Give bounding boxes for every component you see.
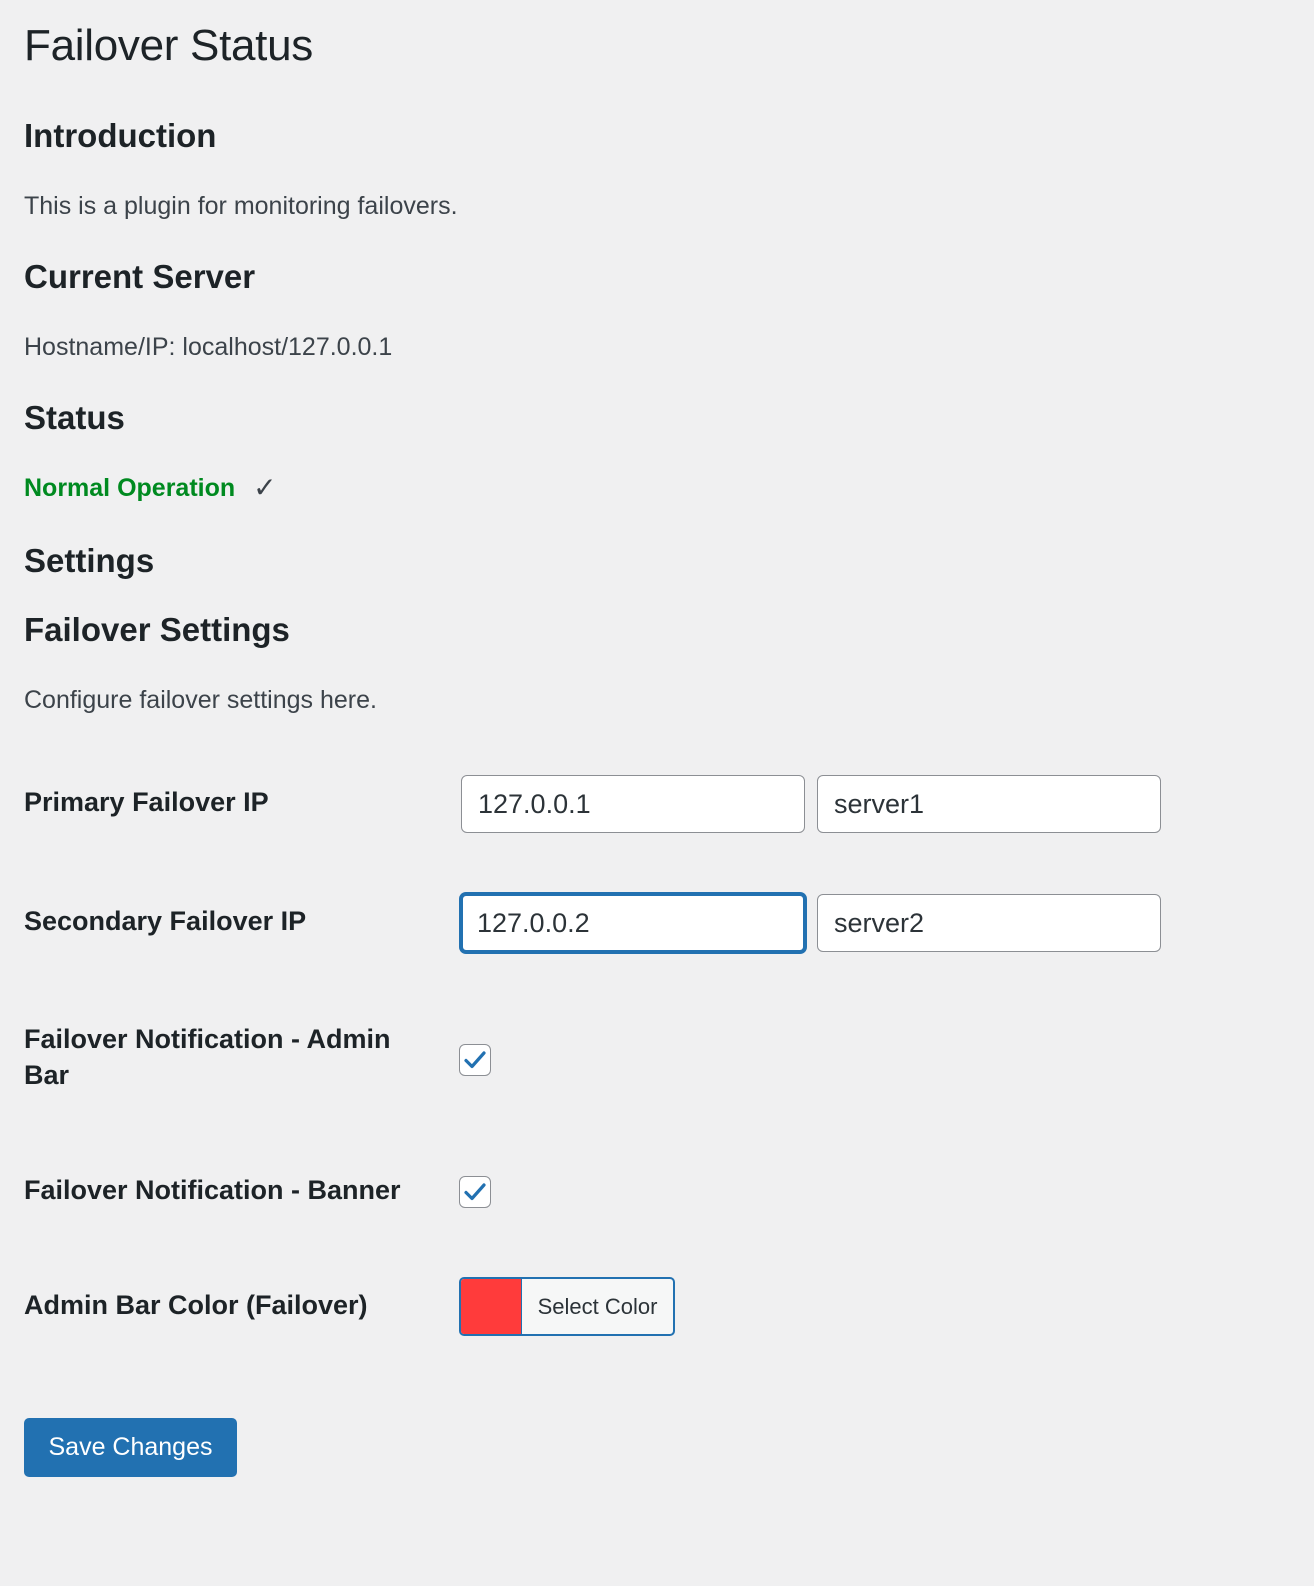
status-indicator: Normal Operation ✓ — [24, 472, 277, 504]
introduction-heading: Introduction — [24, 117, 217, 154]
select-color-button[interactable]: Select Color — [459, 1277, 675, 1336]
settings-heading: Settings — [24, 542, 155, 579]
failover-settings-description: Configure failover settings here. — [24, 686, 377, 714]
secondary-failover-ip-label: Secondary Failover IP — [24, 906, 307, 936]
checkmark-icon — [464, 1051, 486, 1069]
checkmark-icon — [464, 1183, 486, 1201]
secondary-name-input[interactable] — [817, 894, 1161, 952]
failover-settings-heading: Failover Settings — [24, 611, 290, 648]
primary-ip-input[interactable] — [461, 775, 805, 833]
notify-banner-checkbox[interactable] — [459, 1176, 491, 1208]
secondary-ip-input[interactable] — [460, 893, 806, 953]
introduction-text: This is a plugin for monitoring failover… — [24, 192, 458, 220]
select-color-label: Select Color — [537, 1293, 658, 1319]
admin-bar-color-label: Admin Bar Color (Failover) — [24, 1290, 368, 1320]
notify-admin-bar-label: Failover Notification - Admin Bar — [24, 1024, 391, 1090]
notify-admin-bar-checkbox[interactable] — [459, 1044, 491, 1076]
current-server-text: Hostname/IP: localhost/127.0.0.1 — [24, 333, 393, 361]
save-changes-button[interactable]: Save Changes — [24, 1418, 237, 1477]
primary-name-input[interactable] — [817, 775, 1161, 833]
notify-banner-label: Failover Notification - Banner — [24, 1175, 401, 1205]
color-swatch — [461, 1279, 522, 1334]
primary-failover-ip-label: Primary Failover IP — [24, 787, 269, 817]
status-text: Normal Operation — [24, 474, 236, 502]
current-server-heading: Current Server — [24, 258, 256, 295]
status-check-icon: ✓ — [253, 472, 277, 503]
page-title: Failover Status — [24, 21, 313, 70]
status-heading: Status — [24, 399, 125, 436]
